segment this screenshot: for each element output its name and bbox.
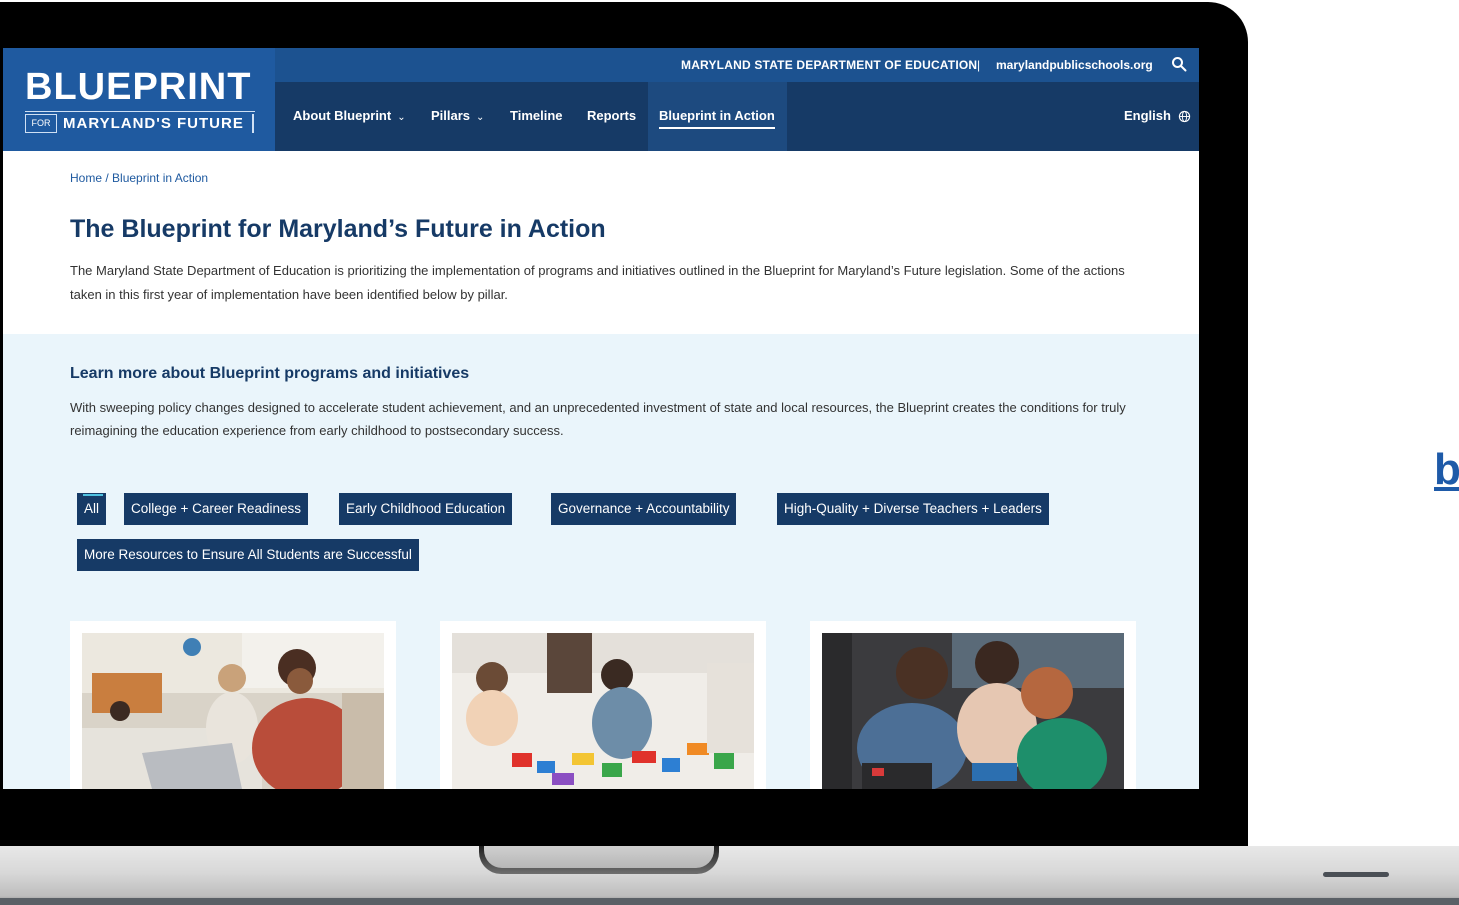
- logo-rule: [25, 111, 255, 112]
- nav-pillars[interactable]: Pillars ⌄: [431, 108, 484, 123]
- logo-wordmark: BLUEPRINT: [25, 66, 252, 108]
- side-link[interactable]: b: [1434, 448, 1459, 492]
- nav-label: Pillars: [431, 108, 471, 123]
- globe-icon[interactable]: [1178, 110, 1191, 123]
- logo-subtitle: MARYLAND'S FUTURE: [63, 115, 244, 132]
- filter-all-button[interactable]: All: [77, 493, 107, 525]
- breadcrumb-home[interactable]: Home: [70, 171, 102, 185]
- laptop-base-edge: [0, 898, 1459, 905]
- nav-timeline[interactable]: Timeline: [510, 108, 563, 123]
- nav-blueprint-in-action[interactable]: Blueprint in Action: [659, 108, 775, 123]
- program-card[interactable]: [440, 621, 766, 789]
- intro-paragraph: The Maryland State Department of Educati…: [70, 263, 1125, 302]
- nav-reports[interactable]: Reports: [587, 108, 636, 123]
- card-photo-classroom: [82, 633, 384, 789]
- nav-label: About Blueprint: [293, 108, 392, 123]
- site-logo[interactable]: BLUEPRINT FOR MARYLAND'S FUTURE: [3, 48, 275, 151]
- intro-section: Home / Blueprint in Action The Blueprint…: [3, 151, 1199, 334]
- search-icon[interactable]: [1171, 56, 1187, 72]
- chevron-down-icon: ⌄: [397, 112, 406, 123]
- chevron-down-icon: ⌄: [476, 112, 485, 123]
- mpsa-site-link[interactable]: marylandpublicschools.org: [996, 58, 1153, 72]
- section-paragraph: With sweeping policy changes designed to…: [70, 400, 1126, 438]
- filter-teachers-leaders-button[interactable]: High-Quality + Diverse Teachers + Leader…: [777, 493, 1049, 525]
- msde-link[interactable]: MARYLAND STATE DEPARTMENT OF EDUCATION: [681, 58, 977, 72]
- breadcrumb-current: Blueprint in Action: [112, 171, 209, 185]
- nav-about-blueprint[interactable]: About Blueprint ⌄: [293, 108, 406, 123]
- utility-separator: |: [977, 58, 981, 72]
- program-card[interactable]: [70, 621, 396, 789]
- browser-screen: BLUEPRINT FOR MARYLAND'S FUTURE MARYLAND…: [3, 48, 1199, 789]
- page-title: The Blueprint for Maryland’s Future in A…: [70, 215, 606, 243]
- logo-for: FOR: [25, 114, 57, 133]
- card-photo-robotics: [822, 633, 1124, 789]
- breadcrumb: Home / Blueprint in Action: [70, 171, 208, 185]
- laptop-notch-inner: [484, 846, 714, 868]
- card-photo-early-childhood: [452, 633, 754, 789]
- program-card[interactable]: [810, 621, 1136, 789]
- filter-early-childhood-button[interactable]: Early Childhood Education: [339, 493, 513, 525]
- filter-college-career-button[interactable]: College + Career Readiness: [124, 493, 308, 525]
- filter-active-indicator: [83, 494, 103, 496]
- site-header: BLUEPRINT FOR MARYLAND'S FUTURE MARYLAND…: [3, 48, 1199, 151]
- nav-active-underline: [659, 127, 775, 129]
- filter-governance-button[interactable]: Governance + Accountability: [551, 493, 737, 525]
- section-heading: Learn more about Blueprint programs and …: [70, 365, 470, 382]
- laptop-base: [0, 846, 1459, 905]
- language-selector[interactable]: English: [1124, 108, 1171, 123]
- logo-divider: [252, 114, 254, 133]
- laptop-side-mark: [1323, 872, 1389, 877]
- breadcrumb-separator: /: [102, 171, 113, 185]
- filter-more-resources-button[interactable]: More Resources to Ensure All Students ar…: [77, 539, 419, 571]
